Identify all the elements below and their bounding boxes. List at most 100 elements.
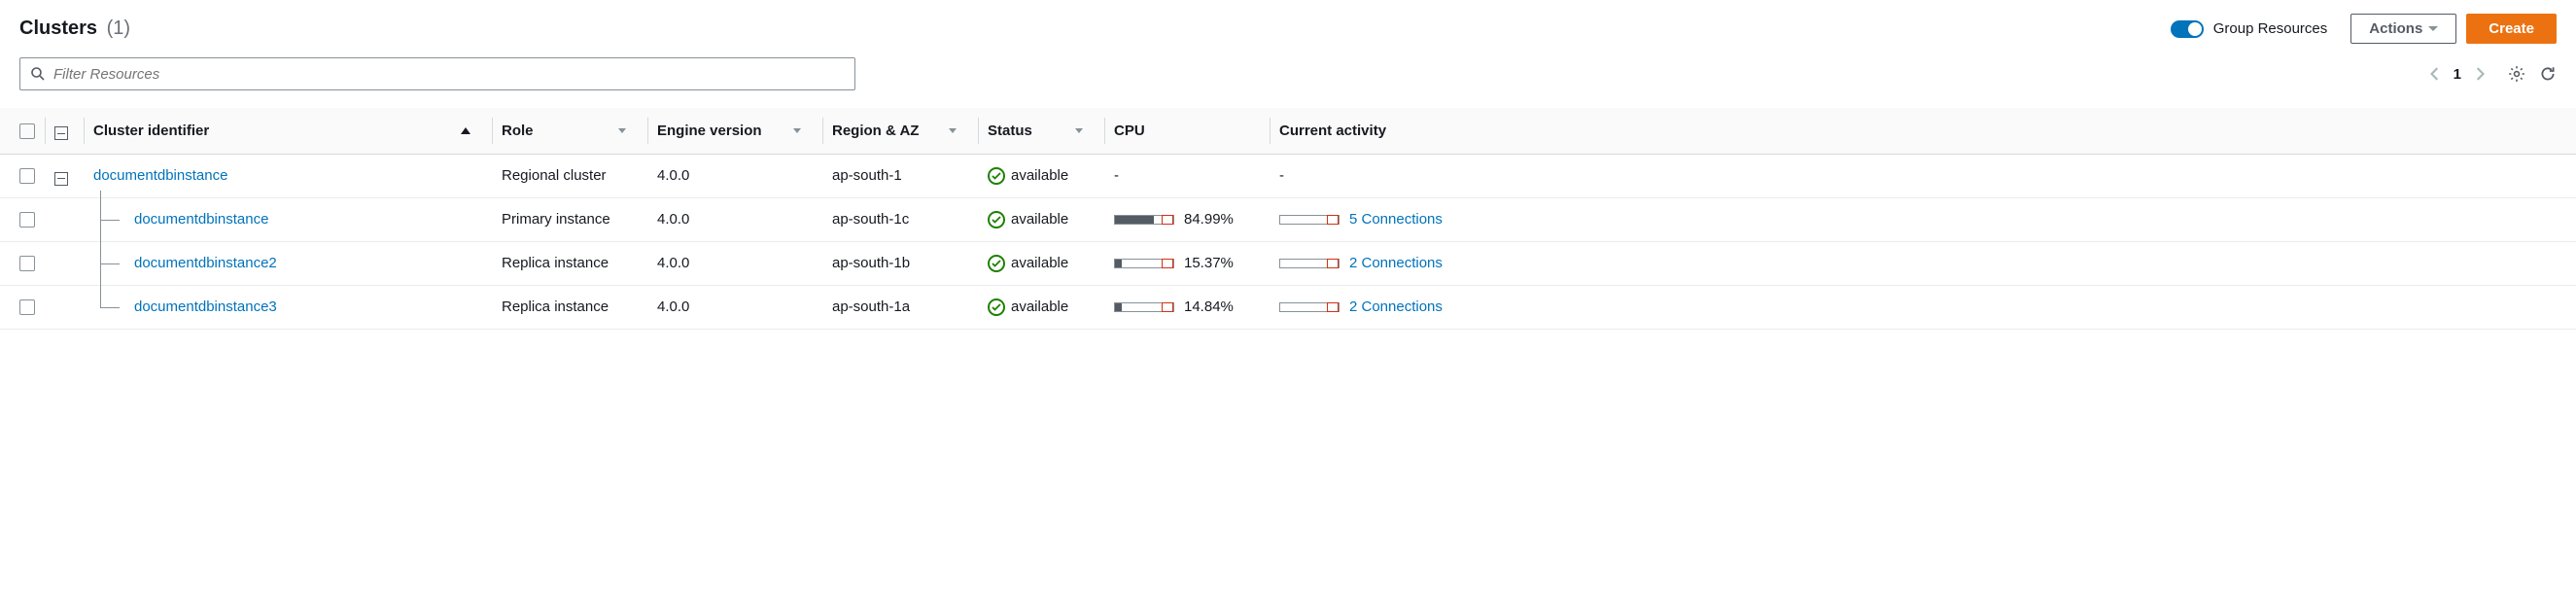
- activity-cell: -: [1270, 155, 2576, 197]
- sort-icon: [949, 128, 957, 133]
- status-text: available: [1011, 298, 1068, 315]
- status-text: available: [1011, 211, 1068, 228]
- table-row: documentdbinstancePrimary instance4.0.0a…: [0, 197, 2576, 241]
- pager-prev[interactable]: [2430, 67, 2440, 81]
- region-cell: ap-south-1: [822, 155, 978, 197]
- tree-line: [93, 298, 126, 317]
- status-cell: available: [988, 167, 1095, 185]
- toggle-knob: [2188, 22, 2202, 36]
- header-cpu-label: CPU: [1114, 123, 1145, 139]
- row-checkbox[interactable]: [19, 212, 35, 228]
- cluster-identifier-link[interactable]: documentdbinstance3: [134, 298, 277, 315]
- clusters-table: Cluster identifier Role Engine version R…: [0, 108, 2576, 330]
- group-resources-toggle[interactable]: [2171, 20, 2204, 38]
- header-status-label: Status: [988, 123, 1032, 139]
- header-role-label: Role: [502, 123, 534, 139]
- tree-line: [93, 210, 126, 229]
- cpu-bar: [1114, 215, 1174, 225]
- status-cell: available: [988, 255, 1095, 272]
- settings-button[interactable]: [2508, 65, 2525, 83]
- header-cpu: CPU: [1104, 108, 1270, 155]
- refresh-button[interactable]: [2539, 65, 2557, 83]
- collapse-all-icon[interactable]: [54, 126, 68, 140]
- activity-bar: [1279, 302, 1340, 312]
- header-status[interactable]: Status: [978, 108, 1104, 155]
- header-identifier-label: Cluster identifier: [93, 123, 209, 139]
- row-collapse-icon[interactable]: [54, 172, 68, 186]
- header-engine[interactable]: Engine version: [647, 108, 822, 155]
- region-cell: ap-south-1b: [822, 241, 978, 285]
- role-cell: Replica instance: [492, 241, 647, 285]
- filter-row: 1: [0, 53, 2576, 108]
- connections-link[interactable]: 5 Connections: [1349, 211, 1443, 228]
- connections-link[interactable]: 2 Connections: [1349, 255, 1443, 271]
- activity-cell: 2 Connections: [1270, 241, 2576, 285]
- status-ok-icon: [988, 255, 1005, 272]
- create-button-label: Create: [2489, 20, 2534, 37]
- status-ok-icon: [988, 167, 1005, 185]
- pager-next[interactable]: [2475, 67, 2485, 81]
- cluster-identifier-link[interactable]: documentdbinstance: [93, 167, 227, 184]
- page-title-text: Clusters: [19, 18, 97, 39]
- table-row: documentdbinstance2Replica instance4.0.0…: [0, 241, 2576, 285]
- gear-icon: [2508, 65, 2525, 83]
- activity-cell: 5 Connections: [1270, 197, 2576, 241]
- table-row: documentdbinstanceRegional cluster4.0.0a…: [0, 155, 2576, 197]
- connections-link[interactable]: 2 Connections: [1349, 298, 1443, 315]
- sort-asc-icon: [461, 127, 470, 134]
- page-title-count: (1): [107, 18, 130, 39]
- row-checkbox[interactable]: [19, 256, 35, 271]
- activity-bar: [1279, 215, 1340, 225]
- group-resources-label: Group Resources: [2213, 20, 2328, 37]
- page-title: Clusters (1): [19, 18, 130, 40]
- pager-current: 1: [2454, 66, 2461, 83]
- cluster-identifier-link[interactable]: documentdbinstance2: [134, 255, 277, 271]
- create-button[interactable]: Create: [2466, 14, 2557, 44]
- header-region-label: Region & AZ: [832, 123, 919, 139]
- group-resources-toggle-wrap: Group Resources: [2171, 20, 2328, 38]
- actions-button[interactable]: Actions: [2350, 14, 2456, 44]
- role-cell: Primary instance: [492, 197, 647, 241]
- header-activity-label: Current activity: [1279, 123, 1386, 139]
- filter-input[interactable]: [53, 66, 845, 83]
- refresh-icon: [2539, 65, 2557, 83]
- status-ok-icon: [988, 298, 1005, 316]
- row-checkbox[interactable]: [19, 299, 35, 315]
- cpu-bar: [1114, 259, 1174, 268]
- cpu-cell: -: [1104, 155, 1270, 197]
- header-identifier[interactable]: Cluster identifier: [84, 108, 492, 155]
- caret-down-icon: [2428, 26, 2438, 31]
- cpu-cell: 14.84%: [1104, 285, 1270, 329]
- header-role[interactable]: Role: [492, 108, 647, 155]
- cluster-identifier-link[interactable]: documentdbinstance: [134, 211, 268, 228]
- tree-line: [93, 254, 126, 273]
- region-cell: ap-south-1c: [822, 197, 978, 241]
- select-all-checkbox[interactable]: [19, 123, 35, 139]
- header-activity: Current activity: [1270, 108, 2576, 155]
- status-text: available: [1011, 255, 1068, 271]
- table-row: documentdbinstance3Replica instance4.0.0…: [0, 285, 2576, 329]
- activity-cell: 2 Connections: [1270, 285, 2576, 329]
- region-cell: ap-south-1a: [822, 285, 978, 329]
- header-expand-all: [45, 108, 84, 155]
- role-cell: Replica instance: [492, 285, 647, 329]
- role-cell: Regional cluster: [492, 155, 647, 197]
- actions-button-label: Actions: [2369, 20, 2422, 37]
- cpu-label: 15.37%: [1184, 255, 1234, 271]
- cpu-label: 14.84%: [1184, 298, 1234, 315]
- chevron-right-icon: [2475, 67, 2485, 81]
- pager: 1: [2430, 65, 2557, 83]
- row-checkbox[interactable]: [19, 168, 35, 184]
- page-header: Clusters (1) Group Resources Actions Cre…: [0, 0, 2576, 53]
- cpu-bar: [1114, 302, 1174, 312]
- status-ok-icon: [988, 211, 1005, 228]
- filter-box[interactable]: [19, 57, 855, 90]
- header-region[interactable]: Region & AZ: [822, 108, 978, 155]
- status-cell: available: [988, 211, 1095, 228]
- cpu-cell: 15.37%: [1104, 241, 1270, 285]
- engine-cell: 4.0.0: [647, 155, 822, 197]
- chevron-left-icon: [2430, 67, 2440, 81]
- header-engine-label: Engine version: [657, 123, 762, 139]
- cpu-cell: 84.99%: [1104, 197, 1270, 241]
- status-text: available: [1011, 167, 1068, 184]
